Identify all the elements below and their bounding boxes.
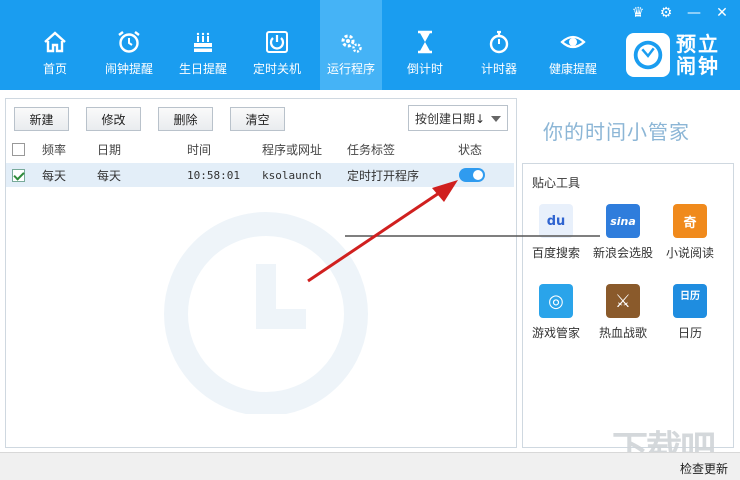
app-logo: 预立闹钟 (626, 33, 726, 77)
sina-icon: sina (606, 204, 640, 238)
nav-countdown[interactable]: 倒计时 (394, 0, 456, 90)
power-icon (263, 28, 291, 56)
nav-label: 定时关机 (252, 62, 301, 76)
nav-label: 计时器 (480, 62, 517, 76)
close-icon[interactable]: ✕ (714, 5, 730, 21)
tool-label: 百度搜索 (531, 246, 580, 260)
header-status[interactable]: 状态 (458, 141, 482, 158)
header-freq[interactable]: 频率 (42, 141, 66, 158)
home-icon (41, 28, 69, 56)
skin-icon[interactable]: ♛ (630, 5, 646, 21)
novel-icon: 奇 (673, 204, 707, 238)
war-game-icon: ⚔ (606, 284, 640, 318)
caret-down-icon (491, 116, 501, 122)
delete-button[interactable]: 删除 (158, 107, 213, 131)
clock-watermark-icon (164, 212, 368, 414)
nav-label: 倒计时 (406, 62, 443, 76)
row-checkbox[interactable] (12, 168, 25, 182)
header-time[interactable]: 时间 (187, 141, 211, 158)
gears-icon (337, 28, 365, 56)
nav-home[interactable]: 首页 (24, 0, 86, 90)
birthday-cake-icon (189, 28, 217, 56)
nav-run-program[interactable]: 运行程序 (320, 0, 382, 90)
alarm-clock-icon (115, 28, 143, 56)
table-row[interactable]: 每天 每天 10:58:01 ksolaunch 定时打开程序 (6, 163, 514, 187)
tool-label: 游戏管家 (531, 326, 580, 340)
tool-novel[interactable]: 奇 小说阅读 (657, 204, 723, 261)
nav-label: 健康提醒 (548, 62, 597, 76)
tool-war-game[interactable]: ⚔ 热血战歌 (590, 284, 656, 341)
slogan: 你的时间小管家 (543, 120, 690, 144)
stopwatch-icon (485, 28, 513, 56)
tool-label: 小说阅读 (665, 246, 714, 260)
sort-select-value: 按创建日期↓ (415, 111, 486, 126)
eye-icon (559, 28, 587, 56)
calendar-icon: 日历 (673, 284, 707, 318)
tools-panel: 贴心工具 du 百度搜索 sina 新浪会选股 奇 小说阅读 ◎ 游戏管家 ⚔ … (522, 163, 734, 448)
clear-button[interactable]: 清空 (230, 107, 285, 131)
nav-birthday[interactable]: 生日提醒 (172, 0, 234, 90)
tool-game-manager[interactable]: ◎ 游戏管家 (523, 284, 589, 341)
tool-label: 热血战歌 (598, 326, 647, 340)
tool-label: 新浪会选股 (592, 246, 653, 260)
baidu-icon: du (539, 204, 573, 238)
edit-button[interactable]: 修改 (86, 107, 141, 131)
tool-baidu[interactable]: du 百度搜索 (523, 204, 589, 261)
new-button[interactable]: 新建 (14, 107, 69, 131)
nav-label: 闹钟提醒 (104, 62, 153, 76)
top-bar: 首页 闹钟提醒 生日提醒 定时关机 运行程序 倒计时 计时器 健康提醒 ♛ ⚙ … (0, 0, 740, 90)
nav-timer[interactable]: 计时器 (468, 0, 530, 90)
minimize-icon[interactable]: — (686, 5, 702, 21)
nav-shutdown[interactable]: 定时关机 (246, 0, 308, 90)
nav-alarm[interactable]: 闹钟提醒 (98, 0, 160, 90)
header-target[interactable]: 程序或网址 (262, 141, 322, 158)
tools-title: 贴心工具 (532, 176, 581, 190)
row-freq: 每天 (42, 168, 67, 183)
tool-calendar[interactable]: 日历 日历 (657, 284, 723, 341)
status-toggle[interactable] (459, 168, 485, 182)
tool-sina[interactable]: sina 新浪会选股 (590, 204, 656, 261)
row-tag: 定时打开程序 (347, 168, 420, 183)
header-tag[interactable]: 任务标签 (347, 141, 395, 158)
nav-health[interactable]: 健康提醒 (542, 0, 604, 90)
tool-label: 日历 (677, 326, 702, 340)
hourglass-icon (411, 28, 439, 56)
sort-select[interactable]: 按创建日期↓ (408, 105, 508, 131)
task-toolbar: 新建 修改 删除 清空 (14, 107, 285, 131)
window-controls: ♛ ⚙ — ✕ (630, 5, 730, 21)
check-update-link[interactable]: 检查更新 (680, 460, 728, 477)
game-bag-icon: ◎ (539, 284, 573, 318)
nav-label: 首页 (42, 62, 67, 76)
header-date[interactable]: 日期 (97, 141, 121, 158)
row-target: ksolaunch (262, 168, 322, 182)
table-header: 频率 日期 时间 程序或网址 任务标签 状态 (6, 137, 516, 161)
nav-label: 运行程序 (326, 62, 375, 76)
nav-label: 生日提醒 (178, 62, 227, 76)
main-nav: 首页 闹钟提醒 生日提醒 定时关机 运行程序 倒计时 计时器 健康提醒 (24, 0, 616, 90)
task-panel: 新建 修改 删除 清空 按创建日期↓ 频率 日期 时间 程序或网址 任务标签 状… (5, 98, 517, 448)
select-all-checkbox[interactable] (12, 142, 25, 156)
alarm-logo-icon (626, 33, 670, 77)
gear-icon[interactable]: ⚙ (658, 5, 674, 21)
row-time: 10:58:01 (187, 168, 240, 182)
status-bar: 检查更新 (0, 452, 740, 480)
app-name: 预立闹钟 (676, 32, 720, 78)
row-date: 每天 (97, 168, 122, 183)
